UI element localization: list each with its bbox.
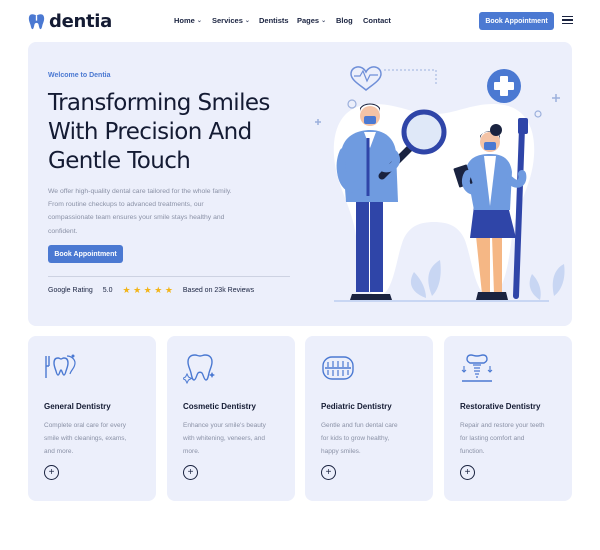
plus-icon[interactable]: + [321,465,336,480]
service-description: Repair and restore your teeth for lastin… [460,419,565,458]
service-title: General Dentistry [44,402,111,411]
chevron-down-icon: ⌄ [321,18,327,24]
rating-stars: ★ ★ ★ ★ ★ [123,286,173,295]
chevron-down-icon: ⌄ [244,18,250,24]
plus-icon[interactable]: + [44,465,59,480]
service-description-line: for kids to grow healthy, [321,435,390,442]
medical-cross-icon [487,69,521,103]
service-card-cosmetic-dentistry[interactable]: Cosmetic Dentistry Enhance your smile's … [167,336,295,501]
service-title: Pediatric Dentistry [321,402,392,411]
service-description-line: and more. [44,448,74,455]
dentists-with-tooth-illustration [315,66,565,302]
hero-title-line: Transforming Smiles [48,90,270,116]
plus-icon[interactable]: + [183,465,198,480]
star-icon: ★ [154,285,163,295]
nav-item-dentists[interactable]: Dentists [259,16,289,25]
dental-implant-icon [461,354,493,382]
nav-item-home[interactable]: Home ⌄ [174,16,202,25]
service-description: Complete oral care for every smile with … [44,419,149,458]
brand-name: dentia [49,11,113,32]
rating-score: 5.0 [102,287,113,294]
nav-item-label: Pages [297,16,320,25]
heart-monitor-icon [350,66,437,91]
service-description-line: smile with cleanings, exams, [44,435,127,442]
service-description-line: happy smiles. [321,448,361,455]
star-icon: ★ [164,285,173,295]
hamburger-menu-icon[interactable] [562,16,573,24]
google-rating: Google Rating 5.0 ★ ★ ★ ★ ★ Based on 23k… [48,286,254,295]
site-header: dentia Home ⌄ Services ⌄ Dentists Pages … [0,0,600,42]
hero-kicker: Welcome to Dentia [48,72,111,79]
nav-item-label: Blog [336,16,353,25]
star-icon: ★ [133,285,142,295]
hero-description-line: From routine checkups to advanced treatm… [48,201,204,209]
brand-logo[interactable]: dentia [28,11,112,32]
hero-book-appointment-button[interactable]: Book Appointment [48,245,123,263]
nav-item-label: Home [174,16,195,25]
hero-title-line: Gentle Touch [48,148,191,174]
star-icon: ★ [122,285,131,295]
plus-icon[interactable]: + [460,465,475,480]
nav-item-contact[interactable]: Contact [363,16,391,25]
service-description-line: with whitening, veneers, and [183,435,266,442]
nav-item-label: Dentists [259,16,289,25]
rating-reviews: Based on 23k Reviews [182,287,255,294]
service-description-line: Repair and restore your teeth [460,422,545,429]
hero-description-line: confident. [48,227,78,235]
nav-item-services[interactable]: Services ⌄ [212,16,250,25]
hero-section: Welcome to Dentia Transforming Smiles Wi… [28,42,572,326]
nav-item-blog[interactable]: Blog [336,16,353,25]
teeth-tools-icon [45,354,76,378]
service-card-general-dentistry[interactable]: General Dentistry Complete oral care for… [28,336,156,501]
chevron-down-icon: ⌄ [196,18,202,24]
sparkle-tooth-icon [183,354,215,384]
service-description-line: Complete oral care for every [44,422,127,429]
tooth-icon [28,14,45,30]
book-appointment-button[interactable]: Book Appointment [479,12,554,30]
nav-item-label: Contact [363,16,391,25]
braces-icon [322,356,354,380]
service-card-restorative-dentistry[interactable]: Restorative Dentistry Repair and restore… [444,336,572,501]
service-card-pediatric-dentistry[interactable]: Pediatric Dentistry Gentle and fun denta… [305,336,433,501]
service-description: Enhance your smile's beauty with whiteni… [183,419,288,458]
service-description-line: function. [460,448,485,455]
hero-description: We offer high-quality dental care tailor… [48,185,263,238]
hero-title: Transforming Smiles With Precision And G… [48,89,298,176]
service-description: Gentle and fun dental care for kids to g… [321,419,426,458]
rating-label: Google Rating [48,287,93,294]
nav-item-label: Services [212,16,243,25]
hero-description-line: compassionate team ensures your smile st… [48,214,225,222]
hero-description-line: We offer high-quality dental care tailor… [48,188,232,195]
divider [48,276,290,277]
service-title: Restorative Dentistry [460,402,541,411]
service-description-line: Enhance your smile's beauty [183,422,266,429]
service-description-line: more. [183,448,200,455]
hero-title-line: With Precision And [48,119,252,145]
service-description-line: Gentle and fun dental care [321,422,398,429]
service-title: Cosmetic Dentistry [183,402,256,411]
star-icon: ★ [143,285,152,295]
service-description-line: for lasting comfort and [460,435,525,442]
nav-item-pages[interactable]: Pages ⌄ [297,16,326,25]
